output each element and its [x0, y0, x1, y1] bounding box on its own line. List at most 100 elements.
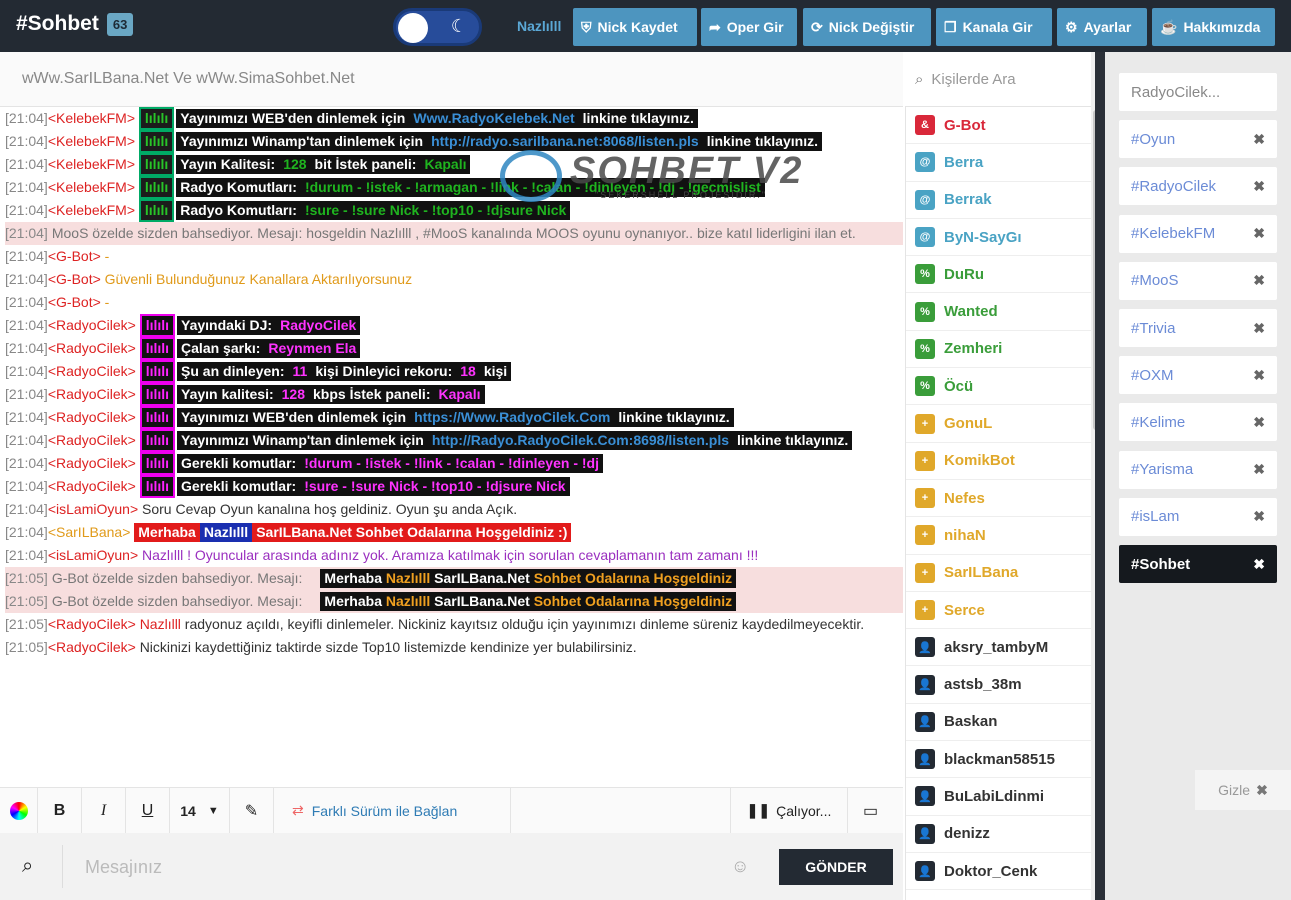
italic-button[interactable]: I [82, 787, 126, 834]
topbar-button-hakkımızda[interactable]: ☕ Hakkımızda [1152, 8, 1275, 46]
nick-name[interactable]: KelebekFM [56, 110, 127, 126]
channel-tab[interactable]: #Sohbet ✖ [1119, 545, 1277, 583]
message-nick[interactable]: <KelebekFM> [48, 110, 139, 126]
clear-format-icon[interactable]: ✎ [230, 787, 274, 834]
message-nick[interactable]: <RadyoCilek> [48, 409, 140, 425]
user-item[interactable]: % Öcü [906, 368, 1091, 406]
nick-name[interactable]: RadyoCilek [56, 432, 128, 448]
user-item[interactable]: 👤 blackman58515 [906, 741, 1091, 779]
close-icon[interactable]: ✖ [1253, 272, 1265, 289]
bold-button[interactable]: B [38, 787, 82, 834]
user-item[interactable]: 👤 astsb_38m [906, 666, 1091, 704]
message-nick[interactable]: <KelebekFM> [48, 156, 139, 172]
channel-tab[interactable]: #KelebekFM ✖ [1119, 214, 1277, 253]
channel-tab[interactable]: #Oyun ✖ [1119, 120, 1277, 159]
user-item[interactable]: @ Berra [906, 144, 1091, 182]
close-icon[interactable]: ✖ [1253, 320, 1265, 337]
message-nick[interactable]: <RadyoCilek> [48, 639, 140, 655]
font-size-select[interactable]: 14 ▼ [170, 787, 230, 834]
nick-name[interactable]: isLamiOyun [56, 547, 130, 563]
nick-name[interactable]: RadyoCilek [56, 616, 128, 632]
message-nick[interactable]: <KelebekFM> [48, 202, 139, 218]
message-nick[interactable]: <isLamiOyun> [48, 547, 142, 563]
channel-tab[interactable]: #isLam ✖ [1119, 497, 1277, 536]
topbar-button-ayarlar[interactable]: ⚙ Ayarlar [1057, 8, 1147, 46]
radio-player-button[interactable]: ❚❚ Çalıyor... [730, 787, 848, 834]
people-search[interactable]: ⌕ Kişilerde Ara [905, 52, 1091, 107]
search-icon[interactable]: ⌕ [22, 855, 33, 878]
close-icon[interactable]: ✖ [1253, 225, 1265, 242]
message-nick[interactable]: <RadyoCilek> [48, 478, 140, 494]
user-item[interactable]: % Zemheri [906, 331, 1091, 369]
topbar-button-nick-kaydet[interactable]: ⛨ Nick Kaydet [573, 8, 697, 46]
message-nick[interactable]: <RadyoCilek> [48, 340, 140, 356]
nick-name[interactable]: G-Bot [56, 248, 93, 264]
monitor-icon[interactable]: ▭ [848, 788, 893, 834]
user-item[interactable]: 👤 Doktor_Cenk [906, 853, 1091, 891]
user-item[interactable]: + Serce [906, 592, 1091, 630]
nick-name[interactable]: RadyoCilek [56, 455, 128, 471]
topbar-button-oper-gir[interactable]: ➦ Oper Gir [701, 8, 797, 46]
nick-name[interactable]: RadyoCilek [56, 478, 128, 494]
hide-button[interactable]: Gizle ✖ [1195, 770, 1291, 810]
nick-name[interactable]: RadyoCilek [56, 317, 128, 333]
nick-name[interactable]: SarILBana [56, 524, 122, 540]
topbar-button-kanala-gir[interactable]: ❐ Kanala Gir [936, 8, 1052, 46]
user-item[interactable]: + KomikBot [906, 443, 1091, 480]
underline-button[interactable]: U [126, 787, 170, 834]
user-item[interactable]: 👤 Baskan [906, 704, 1091, 742]
message-nick[interactable]: <RadyoCilek> [48, 363, 140, 379]
user-item[interactable]: % DuRu [906, 256, 1091, 294]
user-item[interactable]: 👤 aksry_tambyM [906, 629, 1091, 667]
user-item[interactable]: 👤 BuLabiLdinmi [906, 778, 1091, 816]
send-button[interactable]: GÖNDER [779, 849, 893, 885]
message-nick[interactable]: <SarILBana> [48, 524, 134, 540]
channel-tab[interactable]: #OXM ✖ [1119, 356, 1277, 395]
nick-name[interactable]: RadyoCilek [56, 363, 128, 379]
message-nick[interactable]: <G-Bot> [48, 271, 105, 287]
nick-name[interactable]: RadyoCilek [56, 340, 128, 356]
message-nick[interactable]: <KelebekFM> [48, 133, 139, 149]
alt-connect-button[interactable]: ⇄ Farklı Sürüm ile Bağlan [274, 787, 511, 834]
people-search-input[interactable]: Kişilerde Ara [931, 71, 1015, 88]
user-item[interactable]: + GonuL [906, 405, 1091, 443]
nick-name[interactable]: KelebekFM [56, 156, 127, 172]
user-item[interactable]: 👤 denizz [906, 816, 1091, 853]
emoji-icon[interactable]: ☺ [731, 856, 749, 877]
color-picker-icon[interactable] [0, 787, 38, 834]
topbar-button-nick-değiştir[interactable]: ⟳ Nick Değiştir [803, 8, 931, 46]
close-icon[interactable]: ✖ [1253, 461, 1265, 478]
user-item[interactable]: @ ByN-SayGı [906, 219, 1091, 257]
user-item[interactable]: + SarILBana [906, 555, 1091, 592]
nick-name[interactable]: RadyoCilek [56, 639, 128, 655]
nick-name[interactable]: G-Bot [56, 271, 93, 287]
nick-name[interactable]: G-Bot [56, 294, 93, 310]
close-icon[interactable]: ✖ [1253, 367, 1265, 384]
user-item[interactable]: @ Berrak [906, 182, 1091, 219]
message-nick[interactable]: <isLamiOyun> [48, 501, 142, 517]
close-icon[interactable]: ✖ [1253, 556, 1265, 573]
nick-name[interactable]: KelebekFM [56, 202, 127, 218]
channel-tab[interactable]: #Kelime ✖ [1119, 403, 1277, 442]
message-nick[interactable]: <RadyoCilek> [48, 432, 140, 448]
message-nick[interactable]: <RadyoCilek> [48, 317, 140, 333]
channel-tab[interactable]: #Trivia ✖ [1119, 309, 1277, 347]
nick-name[interactable]: isLamiOyun [56, 501, 130, 517]
close-icon[interactable]: ✖ [1253, 414, 1265, 431]
user-item[interactable]: % Wanted [906, 293, 1091, 331]
message-nick[interactable]: <KelebekFM> [48, 179, 139, 195]
message-nick[interactable]: <G-Bot> [48, 294, 105, 310]
channel-tab[interactable]: #Yarisma ✖ [1119, 450, 1277, 489]
nick-name[interactable]: RadyoCilek [56, 386, 128, 402]
user-item[interactable]: + Nefes [906, 480, 1091, 518]
channel-tab[interactable]: RadyoCilek... [1119, 73, 1277, 111]
message-nick[interactable]: <G-Bot> [48, 248, 105, 264]
close-icon[interactable]: ✖ [1253, 508, 1265, 525]
close-icon[interactable]: ✖ [1253, 131, 1265, 148]
message-input[interactable]: Mesajınız [85, 857, 162, 878]
message-nick[interactable]: <RadyoCilek> [48, 386, 140, 402]
channel-tab[interactable]: #MooS ✖ [1119, 261, 1277, 300]
nick-name[interactable]: KelebekFM [56, 133, 127, 149]
user-item[interactable]: & G-Bot [906, 107, 1091, 145]
message-nick[interactable]: <RadyoCilek> [48, 455, 140, 471]
